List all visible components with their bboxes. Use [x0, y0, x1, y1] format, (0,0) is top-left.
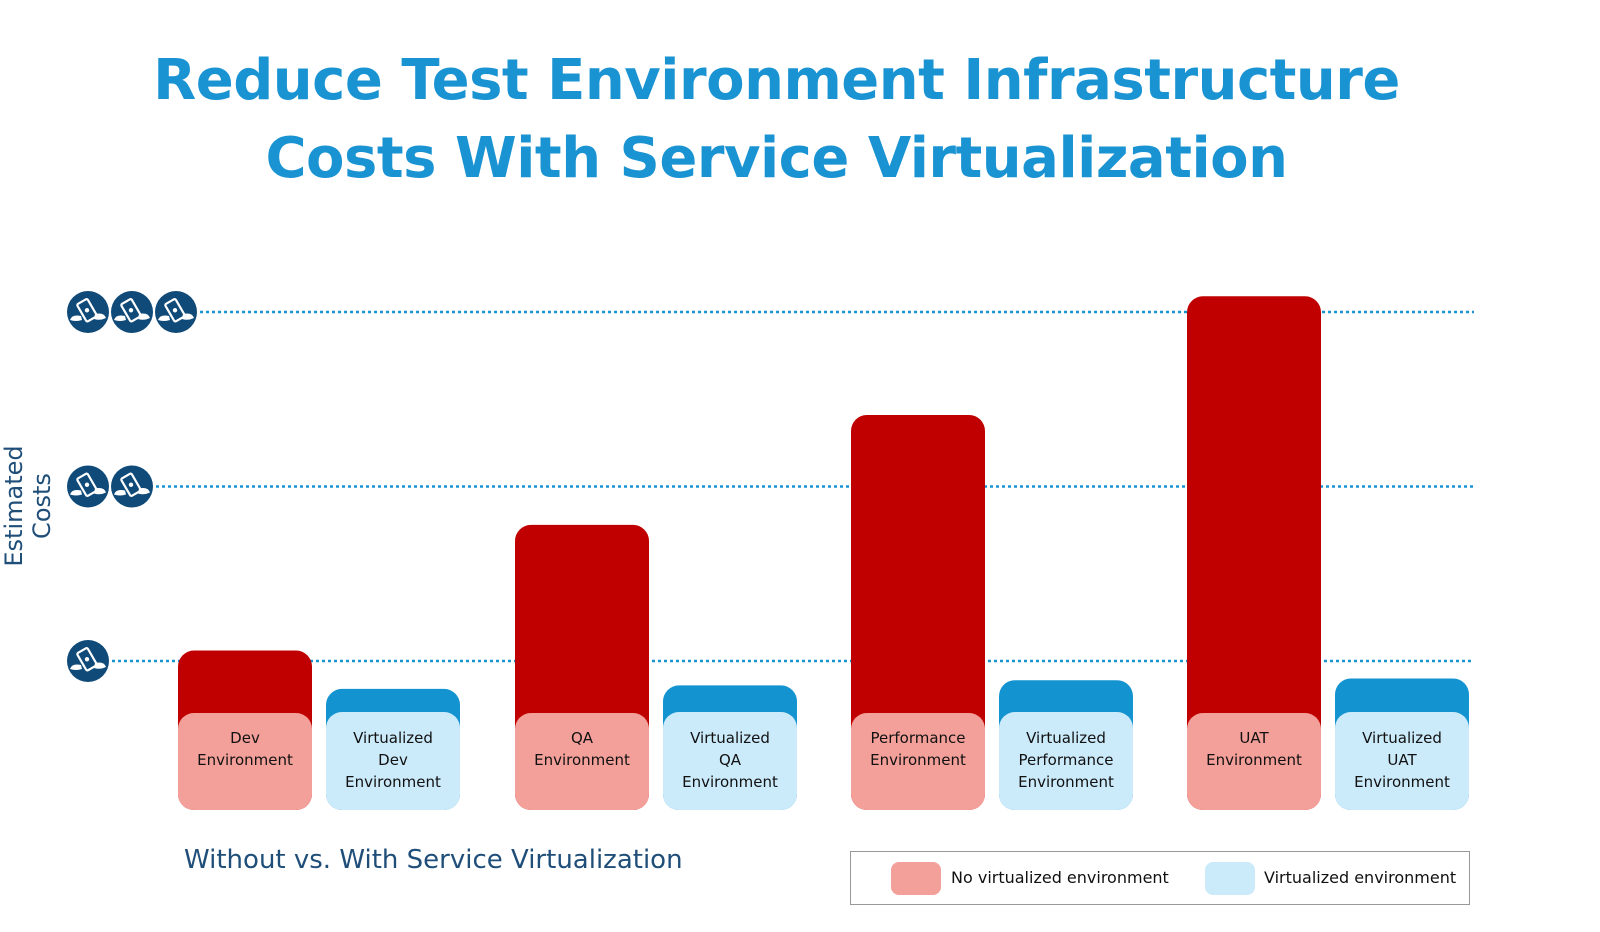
money-with-wings-icon [67, 640, 109, 682]
bar-label-text: Environment [870, 751, 966, 769]
bar-label-text: Performance [1018, 751, 1113, 769]
bar-label-text: Environment [1018, 773, 1114, 791]
chart-plot: Dev Environment Virtualized Dev Environment Q… [67, 291, 1474, 810]
legend-label-no-virtualized: No virtualized environment [951, 868, 1169, 887]
bar-label-text: UAT [1387, 751, 1417, 769]
bar-label-text: Dev [378, 751, 408, 769]
bar-label-text: QA [571, 729, 594, 747]
bar-label-text: Environment [197, 751, 293, 769]
bar-label-text: Environment [682, 773, 778, 791]
money-with-wings-icon [155, 291, 197, 333]
bar-label-text: Environment [534, 751, 630, 769]
legend-swatch-no-virtualized [891, 862, 941, 895]
bar-label-text: UAT [1239, 729, 1269, 747]
money-with-wings-icon [111, 291, 153, 333]
legend: No virtualized environment Virtualized e… [850, 851, 1470, 905]
bar-label-text: Performance [870, 729, 965, 747]
bar-label-text: Environment [1206, 751, 1302, 769]
bar-label-text: Dev [230, 729, 260, 747]
bar-label-text: Virtualized [353, 729, 433, 747]
bar-label-text: Environment [345, 773, 441, 791]
legend-swatch-virtualized [1205, 862, 1255, 895]
bar-label-text: Environment [1354, 773, 1450, 791]
money-with-wings-icon [111, 465, 153, 508]
bar-label-text: QA [719, 751, 742, 769]
money-with-wings-icon [67, 465, 109, 508]
money-with-wings-icon [67, 291, 109, 333]
bar-label-text: Virtualized [1026, 729, 1106, 747]
legend-label-virtualized: Virtualized environment [1264, 868, 1457, 887]
bar-label-text: Virtualized [690, 729, 770, 747]
x-axis-label: Without vs. With Service Virtualization [184, 845, 683, 875]
bar-label-text: Virtualized [1362, 729, 1442, 747]
